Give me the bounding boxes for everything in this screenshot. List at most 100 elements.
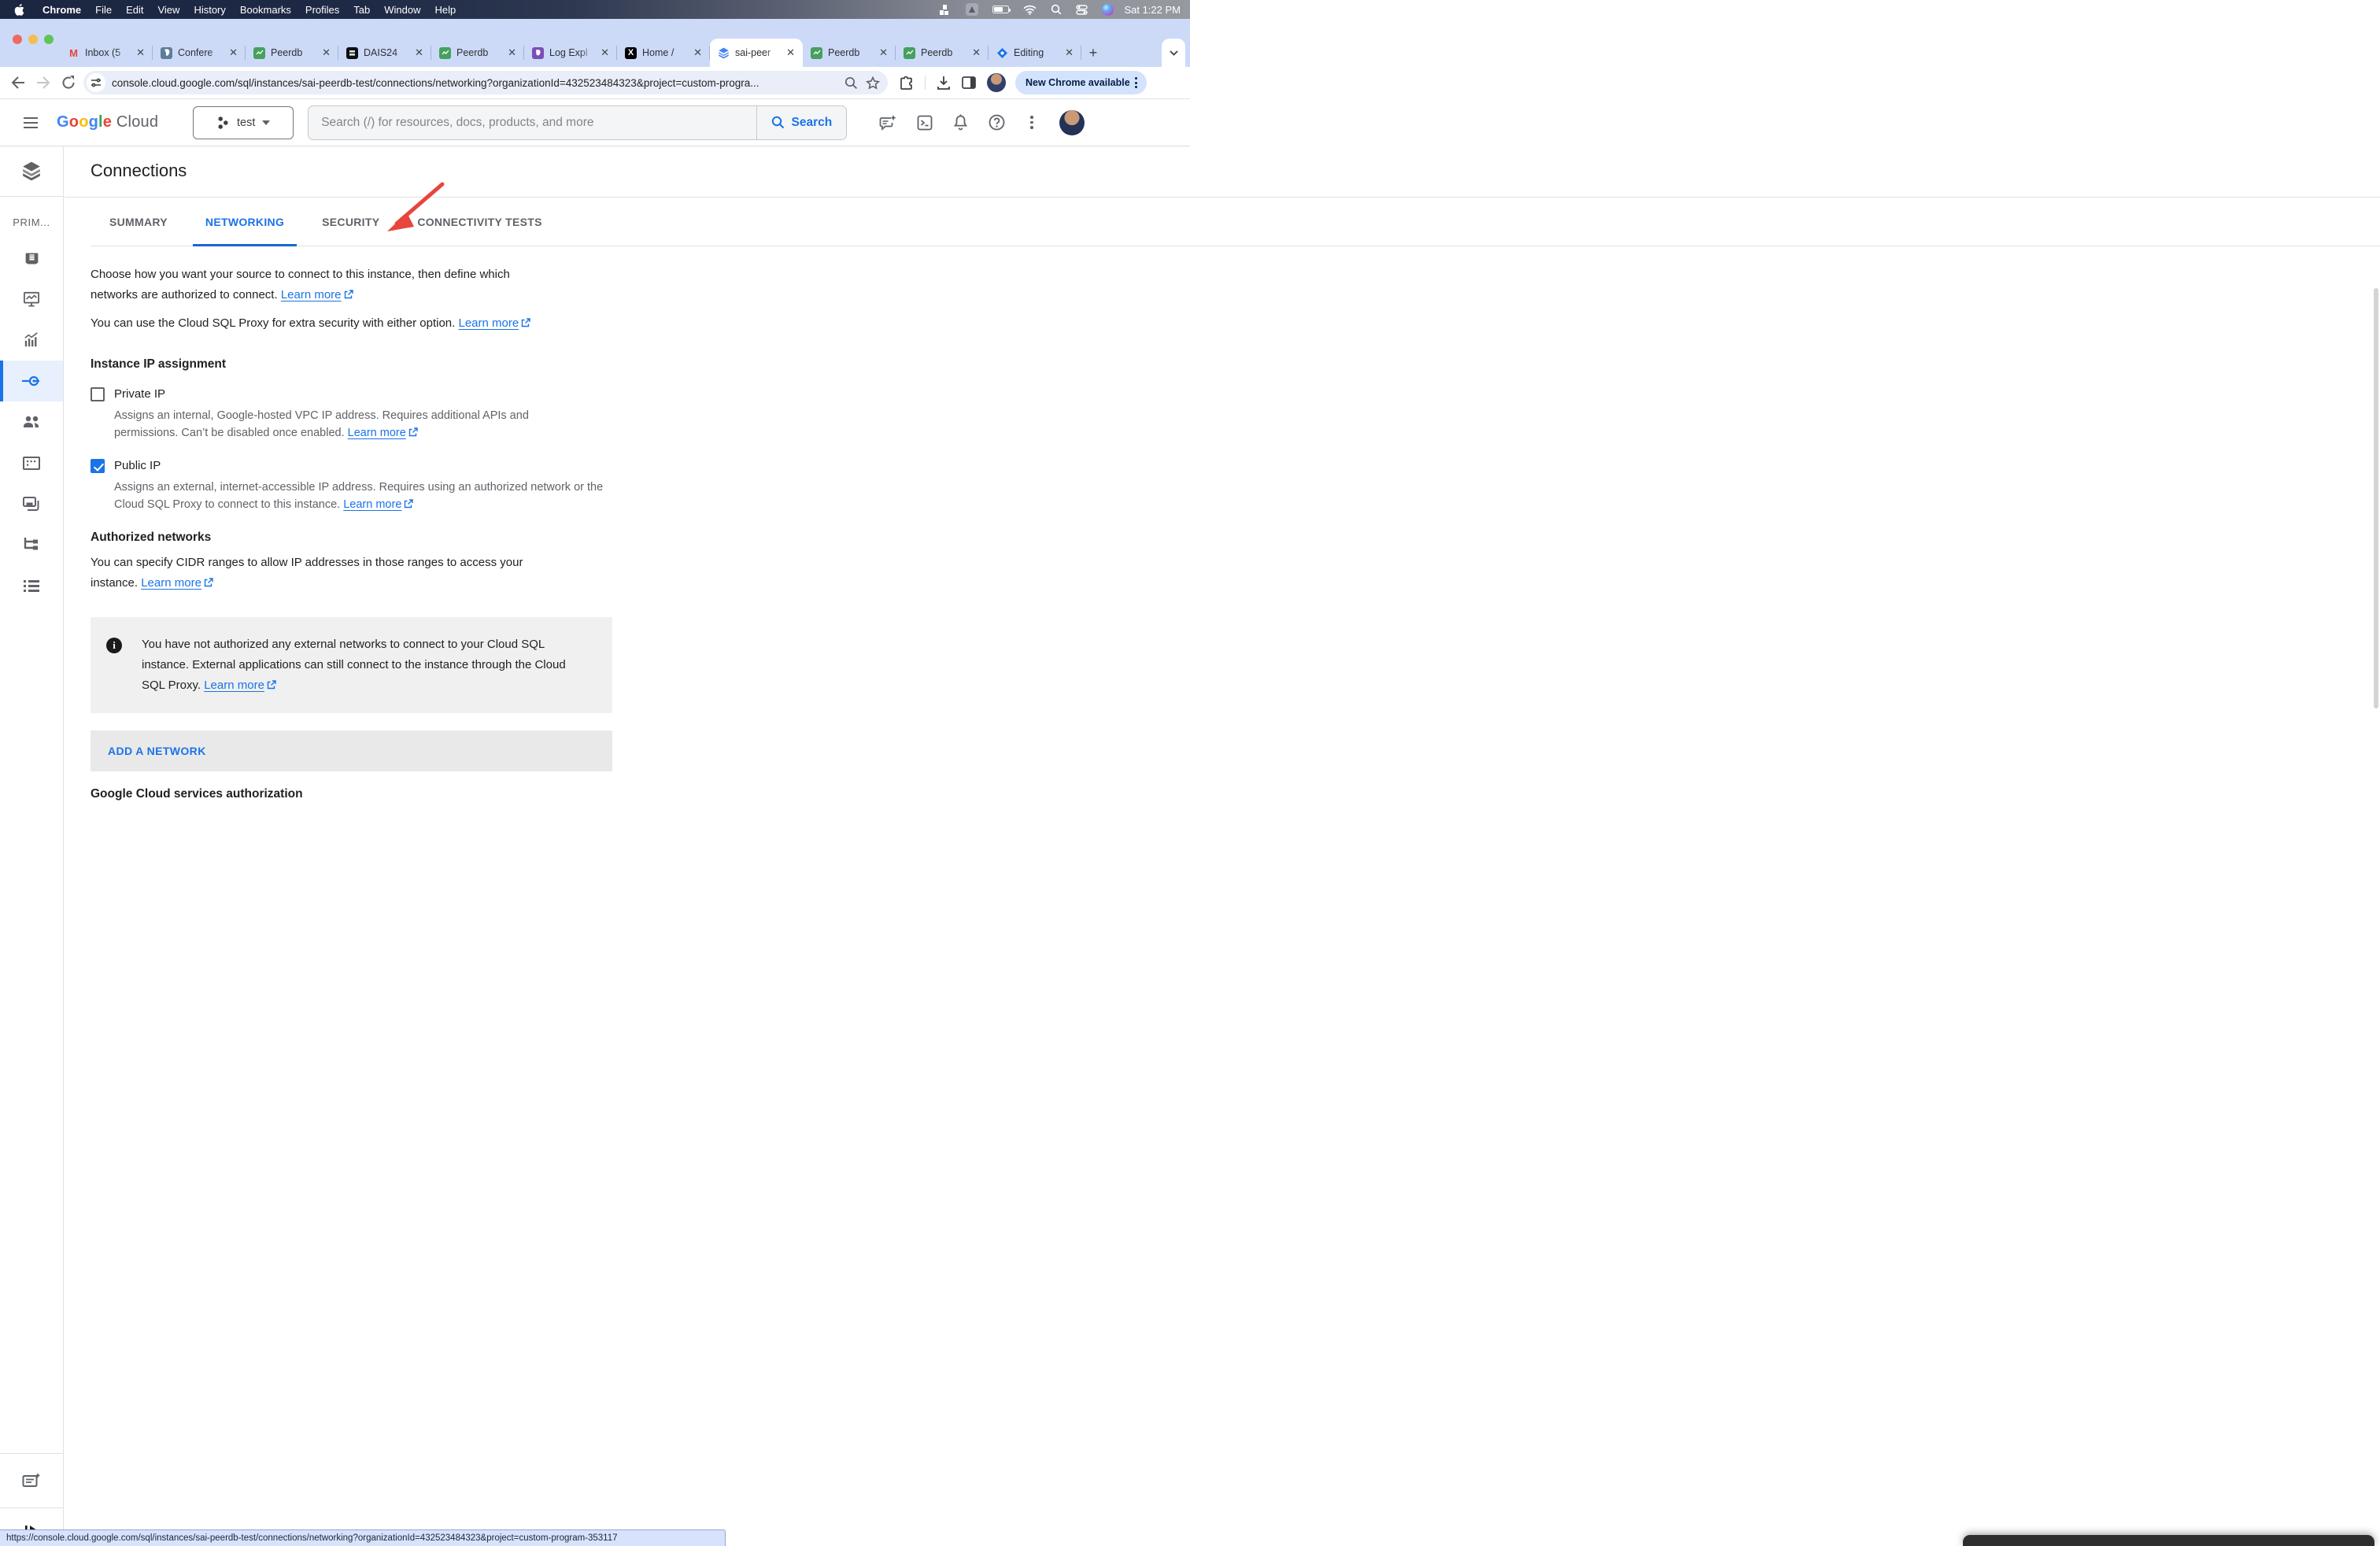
menu-tab[interactable]: Tab	[346, 4, 377, 16]
new-tab-button[interactable]: +	[1081, 39, 1105, 67]
tab-log-explorer[interactable]: Log Expl ✕	[524, 39, 617, 67]
close-tab-icon[interactable]: ✕	[970, 46, 982, 59]
zoom-icon[interactable]	[844, 76, 858, 90]
tab-inbox[interactable]: M Inbox (5 ✕	[60, 39, 153, 67]
notifications-bell-icon[interactable]	[953, 114, 968, 131]
close-tab-icon[interactable]: ✕	[413, 46, 425, 59]
apple-logo-icon[interactable]	[14, 4, 24, 16]
sidebar-item-backups[interactable]	[0, 483, 63, 524]
gemini-assist-icon[interactable]	[879, 115, 896, 131]
gc-search-bar[interactable]: Search	[308, 105, 847, 140]
spotlight-icon[interactable]	[1051, 4, 1062, 15]
tab-peerdb-2[interactable]: Peerdb ✕	[431, 39, 524, 67]
sidebar-item-replicas[interactable]	[0, 524, 63, 565]
sidebar-item-users[interactable]	[0, 401, 63, 442]
site-settings-icon[interactable]	[87, 73, 105, 92]
tab-peerdb-3[interactable]: Peerdb ✕	[803, 39, 896, 67]
menu-chrome[interactable]: Chrome	[35, 4, 88, 16]
cloud-shell-icon[interactable]	[917, 115, 933, 131]
new-chrome-pill[interactable]: New Chrome available	[1015, 71, 1147, 94]
public-ip-checkbox[interactable]	[91, 459, 105, 473]
help-icon[interactable]	[989, 114, 1005, 131]
page-scrollbar[interactable]	[2374, 291, 2378, 708]
close-window-button[interactable]	[13, 35, 22, 44]
public-ip-label[interactable]: Public IP	[114, 456, 161, 476]
battery-icon[interactable]	[992, 6, 1009, 13]
url-text[interactable]: console.cloud.google.com/sql/instances/s…	[112, 77, 837, 89]
forward-button[interactable]	[36, 76, 50, 89]
gc-search-input[interactable]	[309, 116, 756, 130]
close-tab-icon[interactable]: ✕	[227, 46, 239, 59]
tab-peerdb-1[interactable]: Peerdb ✕	[246, 39, 338, 67]
close-tab-icon[interactable]: ✕	[785, 46, 796, 59]
tab-conference[interactable]: Confere ✕	[153, 39, 246, 67]
sidebar-item-release-notes[interactable]	[0, 1460, 63, 1501]
close-tab-icon[interactable]: ✕	[599, 46, 611, 59]
close-tab-icon[interactable]: ✕	[692, 46, 704, 59]
wifi-icon[interactable]	[1023, 5, 1037, 15]
sidebar-item-databases[interactable]	[0, 442, 63, 483]
nav-menu-icon[interactable]	[24, 117, 38, 128]
back-button[interactable]	[11, 76, 25, 89]
tab-peerdb-4[interactable]: Peerdb ✕	[896, 39, 989, 67]
tab-security[interactable]: SECURITY	[303, 198, 398, 246]
gc-profile-avatar[interactable]	[1059, 110, 1085, 135]
learn-more-link[interactable]: Learn more	[343, 498, 413, 511]
download-icon[interactable]	[937, 76, 951, 90]
side-panel-icon[interactable]	[962, 76, 976, 89]
menu-view[interactable]: View	[150, 4, 187, 16]
gc-search-button[interactable]: Search	[757, 116, 846, 130]
close-tab-icon[interactable]: ✕	[135, 46, 146, 59]
siri-icon[interactable]	[1102, 4, 1114, 16]
tab-connectivity-tests[interactable]: CONNECTIVITY TESTS	[398, 198, 560, 246]
tab-networking[interactable]: NETWORKING	[187, 198, 303, 246]
learn-more-link[interactable]: Learn more	[348, 427, 418, 439]
chrome-menu-icon[interactable]	[1130, 77, 1142, 88]
close-tab-icon[interactable]: ✕	[1063, 46, 1075, 59]
menu-bookmarks[interactable]: Bookmarks	[233, 4, 298, 16]
pip-window-edge[interactable]	[1963, 1535, 2374, 1546]
more-options-icon[interactable]	[1026, 116, 1038, 129]
private-ip-label[interactable]: Private IP	[114, 384, 165, 405]
add-network-button[interactable]: ADD A NETWORK	[91, 730, 612, 771]
google-cloud-logo[interactable]: Google Cloud	[57, 113, 158, 131]
extensions-icon[interactable]	[899, 76, 914, 91]
sidebar-item-overview[interactable]	[0, 238, 63, 279]
learn-more-link[interactable]: Learn more	[204, 679, 276, 692]
learn-more-link[interactable]: Learn more	[281, 288, 353, 301]
tab-summary[interactable]: SUMMARY	[91, 198, 187, 246]
learn-more-link[interactable]: Learn more	[458, 316, 530, 330]
omnibox[interactable]: console.cloud.google.com/sql/instances/s…	[83, 71, 888, 94]
menu-window[interactable]: Window	[377, 4, 427, 16]
sidebar-item-system-insights[interactable]	[0, 279, 63, 320]
sidebar-item-connections[interactable]	[0, 361, 63, 401]
menu-history[interactable]: History	[187, 4, 232, 16]
menu-app-icon[interactable]	[966, 3, 978, 16]
display-stats-icon[interactable]	[940, 4, 952, 16]
menu-bar-clock[interactable]: Sat 1:22 PM	[1124, 4, 1181, 16]
bookmark-star-icon[interactable]	[866, 76, 880, 90]
close-tab-icon[interactable]: ✕	[878, 46, 889, 59]
browser-profile-avatar[interactable]	[987, 73, 1006, 92]
close-tab-icon[interactable]: ✕	[320, 46, 332, 59]
menu-edit[interactable]: Edit	[119, 4, 150, 16]
reload-button[interactable]	[61, 76, 76, 90]
tab-editing[interactable]: Editing ✕	[989, 39, 1081, 67]
tab-sai-peerdb-active[interactable]: sai-peer ✕	[710, 39, 803, 67]
release-notes-icon	[22, 1473, 41, 1489]
learn-more-link[interactable]: Learn more	[141, 576, 213, 590]
control-center-icon[interactable]	[1076, 5, 1088, 15]
private-ip-checkbox[interactable]	[91, 387, 105, 401]
tab-dais[interactable]: DAIS24 ✕	[338, 39, 431, 67]
minimize-window-button[interactable]	[28, 35, 38, 44]
close-tab-icon[interactable]: ✕	[506, 46, 518, 59]
tab-x-home[interactable]: X Home / ✕	[617, 39, 710, 67]
menu-profiles[interactable]: Profiles	[298, 4, 346, 16]
project-selector[interactable]: test	[193, 106, 294, 139]
menu-file[interactable]: File	[88, 4, 119, 16]
tab-search-chevron[interactable]	[1162, 39, 1185, 67]
menu-help[interactable]: Help	[428, 4, 464, 16]
zoom-window-button[interactable]	[44, 35, 54, 44]
sidebar-item-query-insights[interactable]	[0, 320, 63, 361]
sidebar-item-operations[interactable]	[0, 565, 63, 606]
